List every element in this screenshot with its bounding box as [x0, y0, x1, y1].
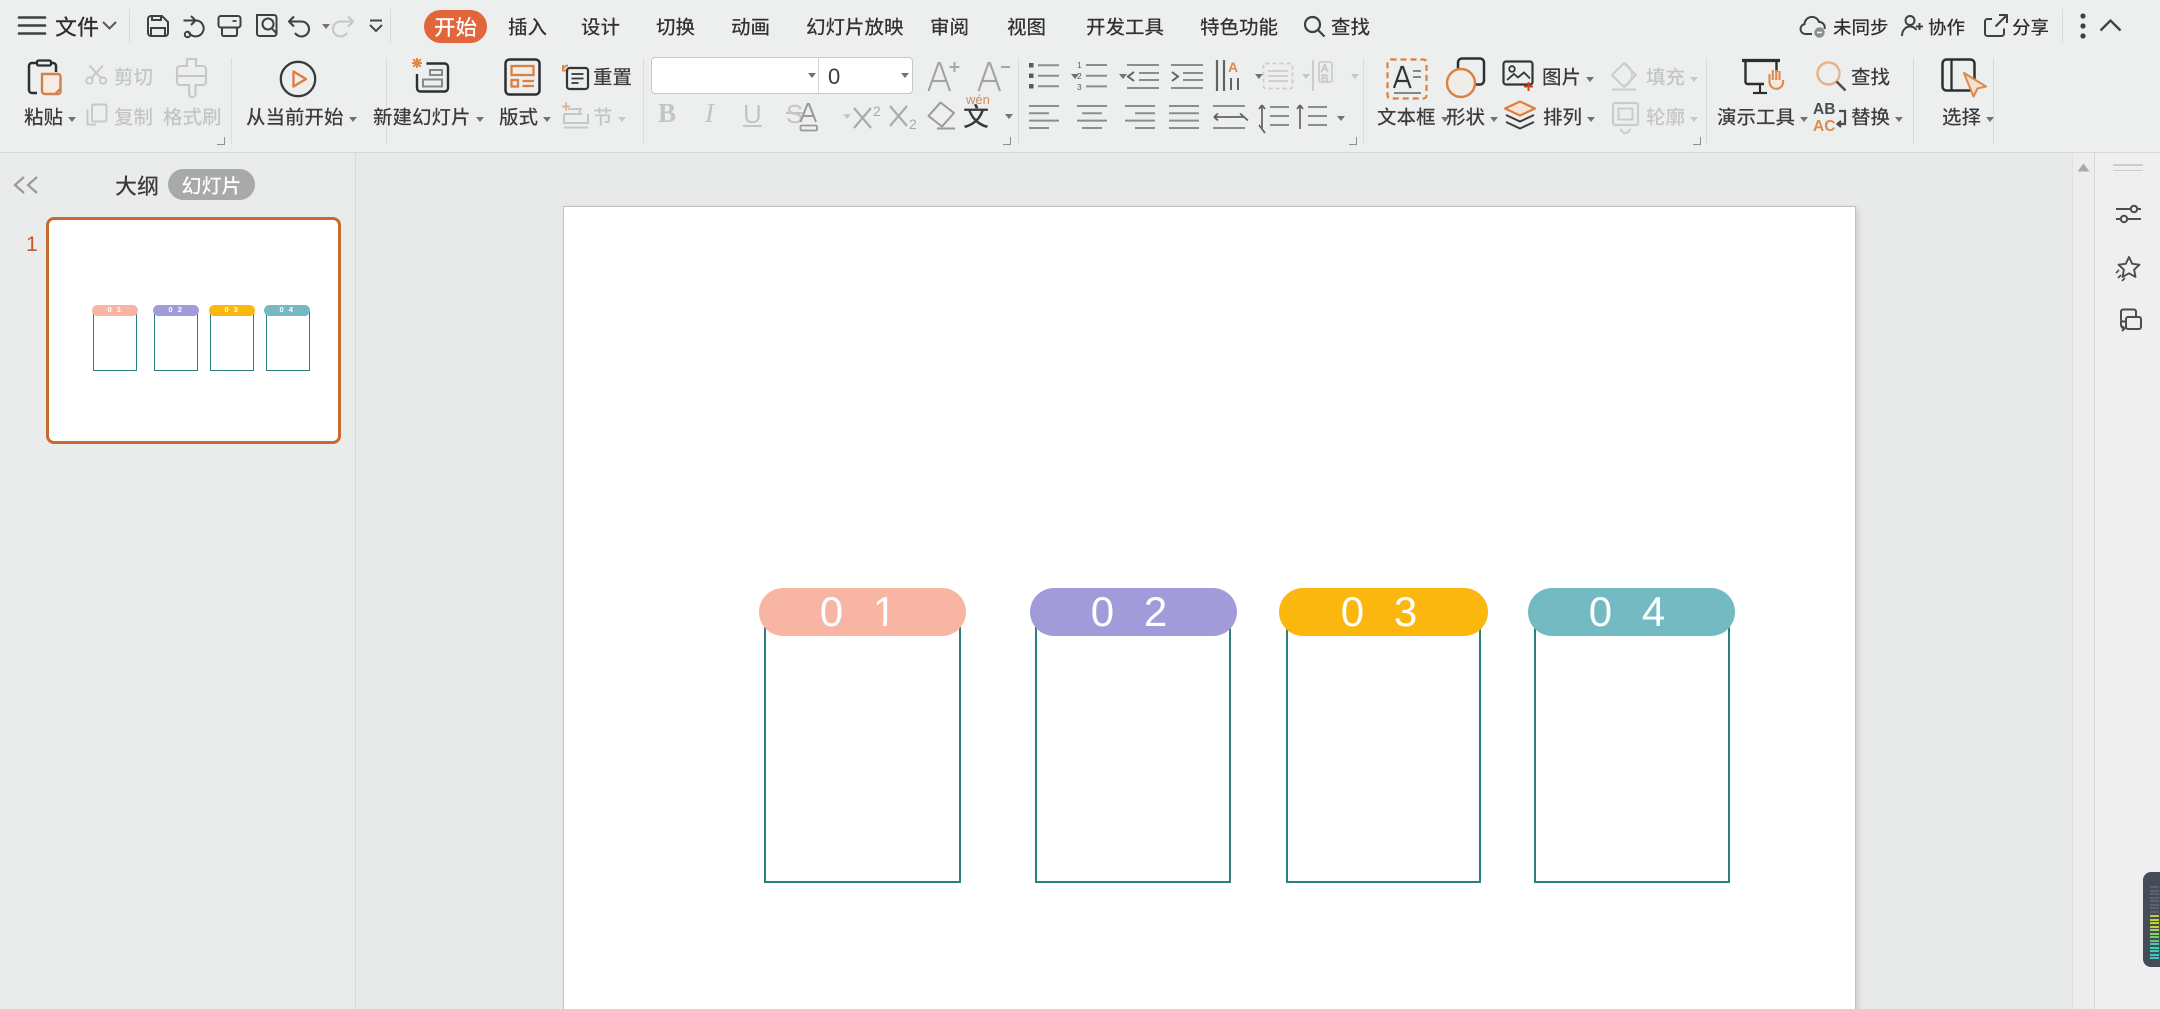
svg-text:3: 3 — [1077, 82, 1082, 92]
svg-text:A: A — [1228, 59, 1238, 75]
svg-text:AB: AB — [1813, 101, 1835, 118]
svg-text:2: 2 — [873, 103, 881, 119]
svg-text:B: B — [1321, 73, 1328, 85]
svg-text:AC: AC — [1813, 118, 1835, 135]
svg-text:2: 2 — [1077, 71, 1082, 81]
svg-text:2: 2 — [909, 116, 917, 132]
svg-text:1: 1 — [1077, 60, 1082, 70]
